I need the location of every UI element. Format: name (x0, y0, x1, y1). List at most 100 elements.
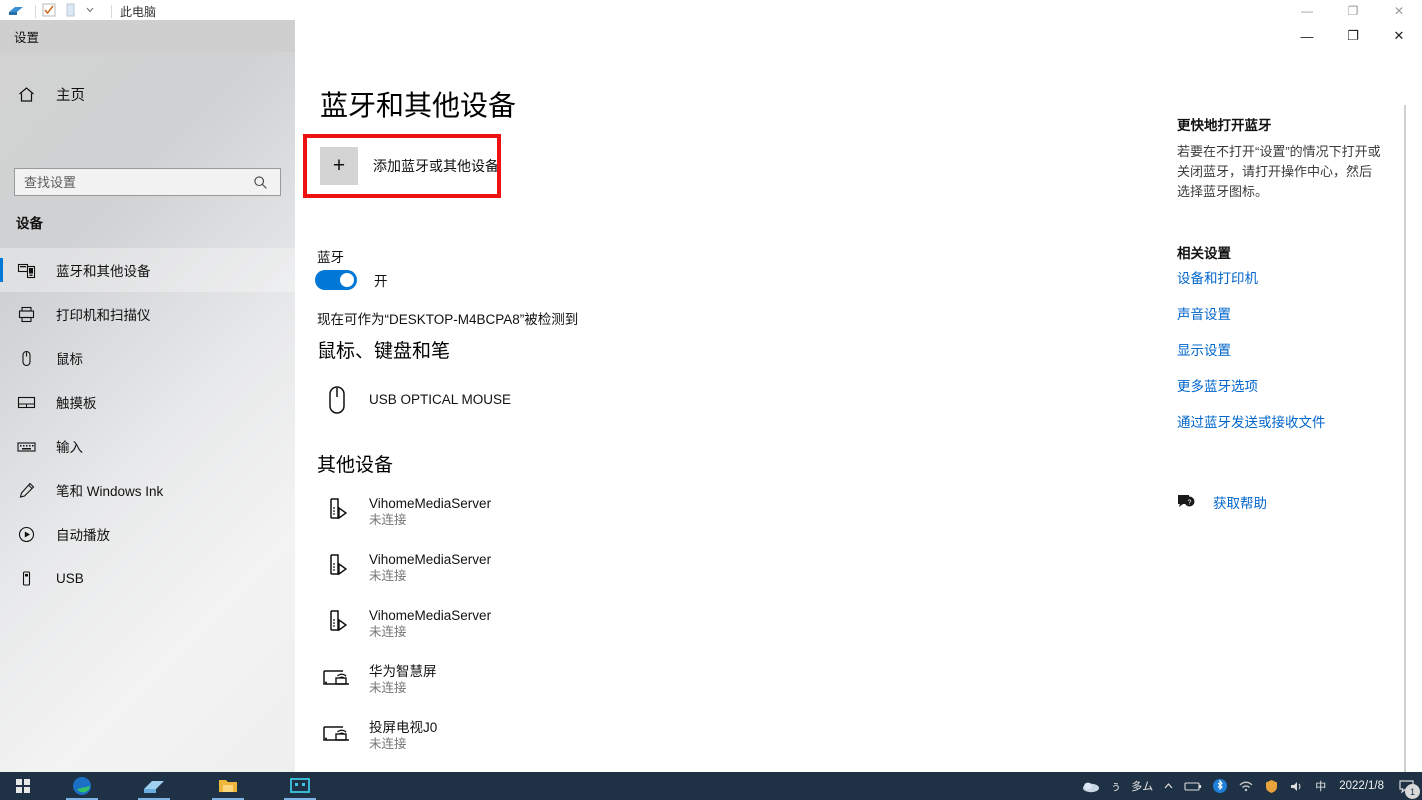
svg-text:?: ? (1188, 500, 1192, 507)
explorer-close-button[interactable]: ✕ (1376, 0, 1422, 22)
properties-icon[interactable] (42, 3, 58, 19)
mouse-icon (17, 349, 43, 368)
device-status: 未连接 (369, 736, 407, 751)
battery-icon[interactable] (1179, 772, 1207, 800)
sidebar-item-touchpad[interactable]: 触摸板 (0, 380, 295, 424)
settings-scrollbar[interactable] (1404, 105, 1406, 775)
bluetooth-devices-icon (17, 261, 43, 280)
sidebar-item-label: 蓝牙和其他设备 (56, 264, 151, 279)
device-row-vihome-3[interactable]: VihomeMediaServer 未连接 (315, 601, 855, 645)
start-button[interactable] (0, 772, 46, 800)
wireless-display-icon (315, 659, 359, 699)
ime-language-icon[interactable]: 中 (1310, 772, 1331, 800)
search-input[interactable] (15, 169, 245, 195)
volume-icon[interactable] (1284, 772, 1310, 800)
explorer-minimize-button[interactable]: — (1284, 0, 1330, 22)
sidebar-item-typing[interactable]: 输入 (0, 424, 295, 468)
settings-titlebar[interactable]: 设置 — ❐ ✕ (0, 20, 1422, 52)
ime-icon[interactable]: ぅ (1105, 772, 1126, 800)
settings-maximize-button[interactable]: ❐ (1330, 20, 1376, 52)
explorer-titlebar: 此电脑 — ❐ ✕ (0, 0, 1422, 22)
show-hidden-icons-icon[interactable] (1158, 772, 1179, 800)
settings-minimize-button[interactable]: — (1284, 20, 1330, 52)
device-name: VihomeMediaServer (369, 495, 492, 511)
device-row-huawei-screen[interactable]: 华为智慧屏 未连接 (315, 657, 855, 701)
explorer-window-controls: — ❐ ✕ (1282, 0, 1422, 22)
link-display-settings[interactable]: 显示设置 (1177, 339, 1231, 359)
device-row-tv-j0[interactable]: 投屏电视J0 未连接 (315, 713, 855, 757)
sidebar-item-label: 打印机和扫描仪 (56, 308, 151, 323)
device-row-vihome-2[interactable]: VihomeMediaServer 未连接 (315, 545, 855, 589)
notification-badge: 1 (1405, 784, 1420, 799)
autoplay-icon (17, 525, 43, 544)
accent-bar (0, 566, 3, 590)
sidebar-item-label: 笔和 Windows Ink (56, 484, 164, 499)
bluetooth-toggle[interactable] (315, 270, 357, 290)
ime-mode-icon[interactable]: 多ム (1126, 772, 1158, 800)
sidebar-nav-list: 蓝牙和其他设备 打印机和扫描仪 鼠标 触摸板 输入 笔和 Windows Ink… (0, 248, 295, 600)
sidebar-item-label: 触摸板 (56, 396, 97, 411)
wireless-display-icon (315, 715, 359, 755)
sidebar-item-mouse[interactable]: 鼠标 (0, 336, 295, 380)
sidebar-item-pen[interactable]: 笔和 Windows Ink (0, 468, 295, 512)
settings-search-box[interactable] (14, 168, 281, 196)
screen-root: 此电脑 — ❐ ✕ 设置 — ❐ ✕ 主页 查找设置 设备 蓝牙和其他设备 打印… (0, 0, 1422, 800)
get-help-label[interactable]: 获取帮助 (1213, 492, 1267, 512)
taskbar-explorer-icon[interactable] (132, 772, 176, 800)
bluetooth-toggle-state: 开 (374, 274, 388, 289)
bluetooth-toggle-row: 开 (315, 270, 388, 290)
explorer-path-label: 此电脑 (120, 4, 157, 19)
sidebar-item-usb[interactable]: USB (0, 556, 295, 600)
link-devices-and-printers[interactable]: 设备和打印机 (1177, 267, 1258, 287)
accent-bar (0, 390, 3, 414)
device-name: 投屏电视J0 (369, 719, 438, 735)
device-row-vihome-1[interactable]: VihomeMediaServer 未连接 (315, 489, 855, 533)
settings-close-button[interactable]: ✕ (1376, 20, 1422, 52)
sidebar-item-label: 输入 (56, 440, 83, 455)
device-status: 未连接 (369, 680, 407, 695)
pen-icon (17, 481, 43, 500)
tray-cloud-icon[interactable] (1077, 772, 1105, 800)
add-bluetooth-device-button[interactable]: + 添加蓝牙或其他设备 (315, 140, 515, 192)
accent-bar (0, 478, 3, 502)
system-tray: ぅ 多ム 中 2022/1/8 1 (1077, 772, 1422, 800)
related-settings-heading: 相关设置 (1177, 246, 1231, 261)
printer-icon (17, 305, 43, 324)
customize-dropdown-icon[interactable] (84, 3, 100, 19)
shield-icon[interactable] (1259, 772, 1284, 800)
device-name: VihomeMediaServer (369, 607, 492, 623)
sidebar-item-printers[interactable]: 打印机和扫描仪 (0, 292, 295, 336)
accent-bar (0, 346, 3, 370)
device-name: USB OPTICAL MOUSE (369, 392, 512, 407)
taskbar-browser-icon[interactable] (60, 772, 104, 800)
network-icon[interactable] (1233, 772, 1259, 800)
add-device-label: 添加蓝牙或其他设备 (373, 158, 499, 174)
bluetooth-tray-icon[interactable] (1207, 772, 1233, 800)
keyboard-icon (17, 437, 43, 456)
device-row-mouse[interactable]: USB OPTICAL MOUSE (315, 378, 855, 422)
media-server-icon (315, 491, 359, 531)
get-help-row[interactable]: ? 获取帮助 (1175, 492, 1267, 512)
new-folder-icon[interactable] (63, 3, 79, 19)
toolbar-divider (35, 4, 36, 18)
sidebar-home-label: 主页 (56, 87, 85, 104)
link-more-bluetooth-options[interactable]: 更多蓝牙选项 (1177, 375, 1258, 395)
taskbar-clock[interactable]: 2022/1/8 (1331, 772, 1392, 800)
explorer-maximize-button[interactable]: ❐ (1330, 0, 1376, 22)
accent-bar (0, 434, 3, 458)
taskbar-settings-icon[interactable] (278, 772, 322, 800)
sidebar-item-bluetooth[interactable]: 蓝牙和其他设备 (0, 248, 295, 292)
sidebar-item-home[interactable]: 主页 (0, 74, 295, 114)
device-name: VihomeMediaServer (369, 551, 492, 567)
link-send-receive-files[interactable]: 通过蓝牙发送或接收文件 (1177, 411, 1326, 431)
explorer-icon[interactable] (8, 3, 24, 19)
settings-right-panel: 更快地打开蓝牙 若要在不打开“设置”的情况下打开或关闭蓝牙，请打开操作中心，然后… (1175, 52, 1395, 785)
link-sound-settings[interactable]: 声音设置 (1177, 303, 1231, 323)
search-icon[interactable] (245, 175, 275, 190)
tip-description: 若要在不打开“设置”的情况下打开或关闭蓝牙，请打开操作中心，然后选择蓝牙图标。 (1177, 144, 1381, 199)
device-status: 未连接 (369, 512, 407, 527)
notification-center-button[interactable]: 1 (1392, 772, 1422, 800)
sidebar-item-autoplay[interactable]: 自动播放 (0, 512, 295, 556)
taskbar-folder-icon[interactable] (206, 772, 250, 800)
sidebar-section-title: 设备 (16, 216, 43, 231)
